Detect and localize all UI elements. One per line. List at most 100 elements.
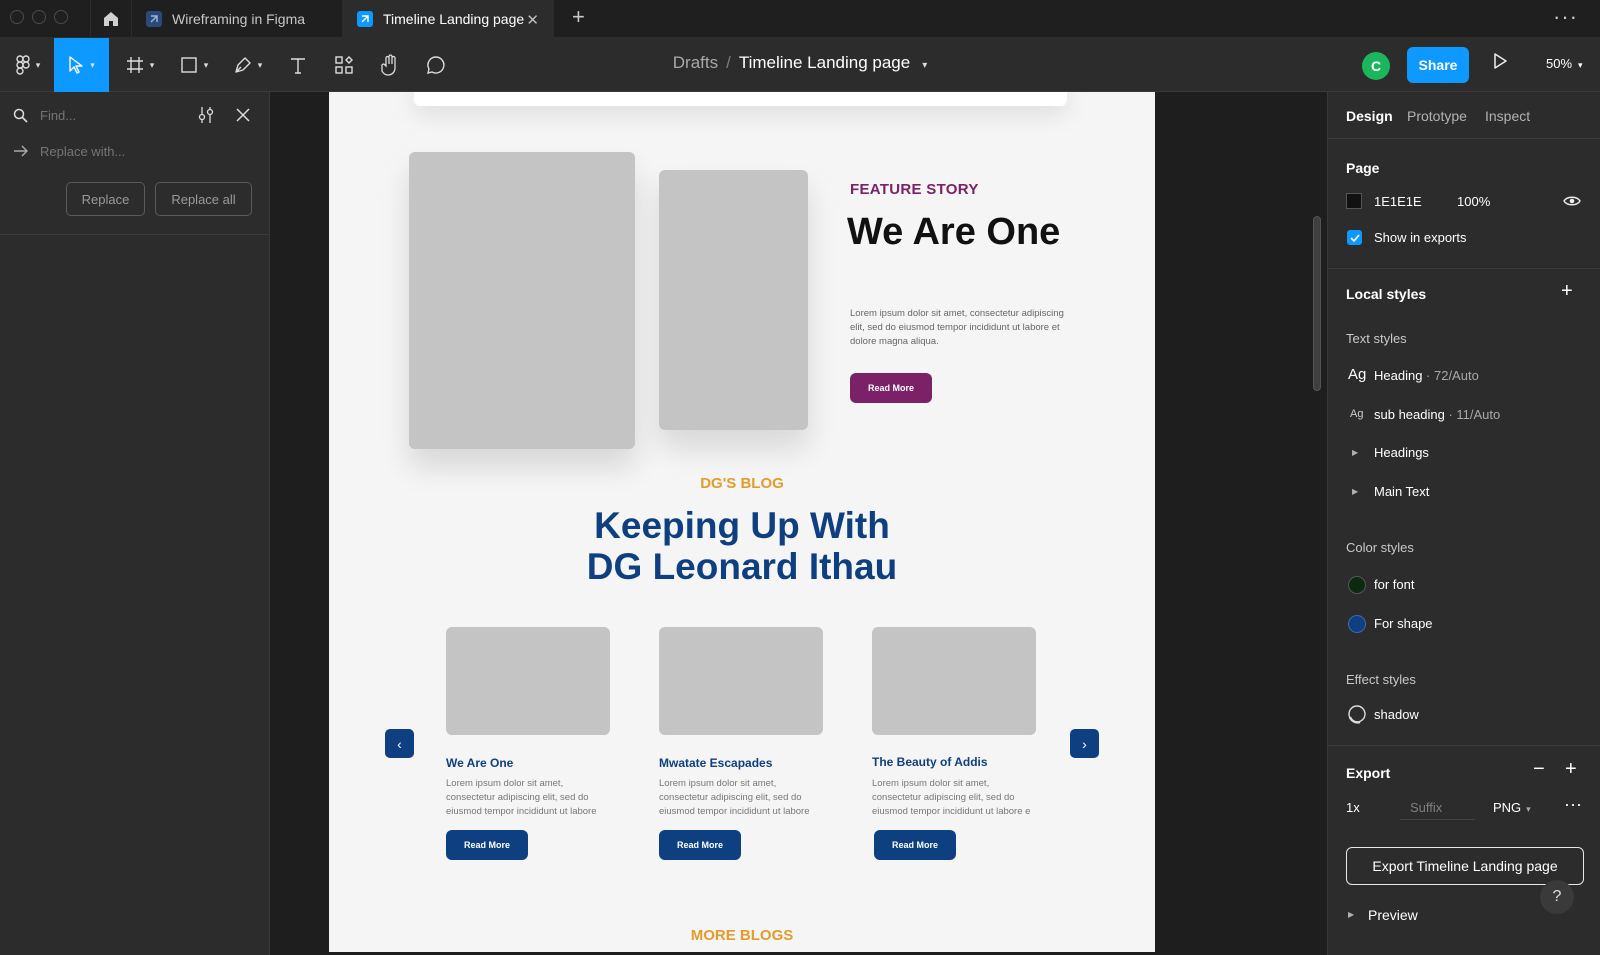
figma-file-icon: [357, 11, 373, 27]
blog-card-read-more-button[interactable]: Read More: [659, 830, 741, 860]
replace-input[interactable]: [40, 144, 220, 159]
tab-label: Wireframing in Figma: [172, 11, 306, 27]
feature-read-more-button[interactable]: Read More: [850, 373, 932, 403]
export-heading: Export: [1346, 765, 1391, 781]
share-button[interactable]: Share: [1407, 47, 1469, 83]
blog-card-body: Lorem ipsum dolor sit amet, consectetur …: [659, 778, 810, 817]
caret-right-icon[interactable]: ▶: [1348, 910, 1354, 919]
tab-design[interactable]: Design: [1346, 108, 1393, 124]
zoom-dropdown[interactable]: 50% ▾: [1546, 56, 1583, 71]
pen-tool[interactable]: ▾: [226, 38, 270, 92]
carousel-next-button[interactable]: ›: [1070, 729, 1099, 758]
text-style-sub-heading[interactable]: sub heading · 11/Auto: [1374, 407, 1500, 422]
filter-icon[interactable]: [198, 106, 214, 124]
resources-tool[interactable]: [330, 38, 358, 92]
landing-page-frame[interactable]: FEATURE STORY We Are One Lorem ipsum dol…: [329, 92, 1155, 952]
color-style-for-font[interactable]: for font: [1374, 577, 1414, 592]
chevron-down-icon: ▾: [257, 59, 263, 70]
find-row: [0, 92, 270, 140]
plus-icon[interactable]: +: [1561, 280, 1573, 303]
hand-icon: [381, 54, 396, 76]
tab-inspect[interactable]: Inspect: [1485, 108, 1530, 124]
close-icon[interactable]: [236, 108, 250, 122]
export-scale[interactable]: 1x: [1346, 800, 1360, 815]
text-style-detail: · 11/Auto: [1444, 407, 1501, 422]
hand-tool[interactable]: [376, 38, 404, 92]
find-replace-panel: Replace Replace all: [0, 92, 270, 955]
export-suffix-input[interactable]: Suffix: [1410, 800, 1442, 815]
replace-all-button[interactable]: Replace all: [155, 182, 252, 216]
arrow-right-icon: [14, 145, 28, 157]
plus-icon[interactable]: +: [572, 4, 585, 30]
find-input[interactable]: [40, 108, 180, 123]
tab-wireframing[interactable]: Wireframing in Figma: [132, 0, 343, 38]
window-zoom-light[interactable]: [54, 10, 68, 24]
blog-card-body: Lorem ipsum dolor sit amet, consectetur …: [872, 778, 1031, 817]
main-menu-button[interactable]: ▾: [8, 38, 48, 92]
chevron-down-icon: ▾: [149, 59, 155, 70]
file-name[interactable]: Timeline Landing page: [739, 53, 910, 72]
breadcrumb-separator: /: [726, 53, 731, 72]
window-minimize-light[interactable]: [32, 10, 46, 24]
page-opacity-value[interactable]: 100%: [1457, 194, 1490, 209]
show-in-exports-label: Show in exports: [1374, 230, 1467, 245]
play-icon: [1494, 53, 1507, 69]
present-button[interactable]: [1492, 52, 1508, 75]
blog-card-read-more-button[interactable]: Read More: [446, 830, 528, 860]
minus-icon[interactable]: −: [1533, 758, 1545, 781]
style-group-main-text[interactable]: Main Text: [1374, 484, 1429, 499]
style-group-headings[interactable]: Headings: [1374, 445, 1429, 460]
text-tool[interactable]: [284, 38, 312, 92]
blog-card-image[interactable]: [872, 627, 1036, 735]
caret-right-icon[interactable]: ▶: [1352, 448, 1358, 457]
close-icon[interactable]: ✕: [526, 11, 539, 29]
divider: [0, 234, 270, 235]
feature-image-large[interactable]: [409, 152, 635, 449]
eye-icon[interactable]: [1563, 194, 1581, 208]
search-icon: [13, 108, 28, 123]
text-style-heading[interactable]: Heading · 72/Auto: [1374, 368, 1479, 383]
comment-icon: [427, 56, 445, 74]
replace-button[interactable]: Replace: [66, 182, 145, 216]
blog-card-image[interactable]: [659, 627, 823, 735]
move-tool[interactable]: ▾: [54, 38, 109, 92]
export-format-dropdown[interactable]: PNG ▾: [1493, 800, 1531, 815]
comment-tool[interactable]: [422, 38, 450, 92]
chevron-down-icon: ▾: [203, 59, 209, 70]
export-button[interactable]: Export Timeline Landing page: [1346, 847, 1584, 885]
canvas[interactable]: FEATURE STORY We Are One Lorem ipsum dol…: [270, 92, 1327, 955]
page-color-value[interactable]: 1E1E1E: [1374, 194, 1422, 209]
tab-timeline[interactable]: Timeline Landing page ✕: [343, 0, 554, 38]
preview-toggle[interactable]: Preview: [1368, 907, 1418, 923]
caret-right-icon[interactable]: ▶: [1352, 487, 1358, 496]
blog-card-image[interactable]: [446, 627, 610, 735]
home-button[interactable]: [90, 0, 132, 38]
breadcrumb-drafts[interactable]: Drafts: [673, 53, 718, 72]
frame-icon: [126, 57, 143, 73]
frame-tool[interactable]: ▾: [118, 38, 162, 92]
page-color-swatch[interactable]: [1346, 193, 1362, 209]
chevron-down-icon[interactable]: ▾: [922, 60, 927, 71]
vertical-scrollbar[interactable]: [1313, 216, 1321, 391]
toolbar: ▾ ▾ ▾ ▾ ▾ Drafts / Timeline Landing page ▾: [0, 38, 1600, 92]
help-button[interactable]: ?: [1540, 880, 1574, 914]
color-style-for-shape[interactable]: For shape: [1374, 616, 1433, 631]
shape-tool[interactable]: ▾: [172, 38, 216, 92]
nav-card[interactable]: [414, 92, 1067, 106]
home-icon: [104, 12, 118, 26]
feature-image-small[interactable]: [659, 170, 808, 430]
carousel-prev-button[interactable]: ‹: [385, 729, 414, 758]
divider: [1328, 138, 1600, 139]
effect-style-shadow[interactable]: shadow: [1374, 707, 1419, 722]
plus-icon[interactable]: +: [1565, 758, 1577, 781]
more-icon[interactable]: ···: [1564, 794, 1582, 815]
chevron-left-icon: ‹: [397, 735, 402, 752]
text-style-name: Heading: [1374, 368, 1423, 383]
avatar[interactable]: C: [1362, 52, 1390, 80]
window-close-light[interactable]: [10, 10, 24, 24]
blog-card-read-more-button[interactable]: Read More: [874, 830, 956, 860]
tab-prototype[interactable]: Prototype: [1407, 108, 1467, 124]
text-style-icon: Ag: [1350, 408, 1364, 420]
more-icon[interactable]: ···: [1553, 4, 1578, 30]
show-in-exports-checkbox[interactable]: [1347, 230, 1362, 245]
